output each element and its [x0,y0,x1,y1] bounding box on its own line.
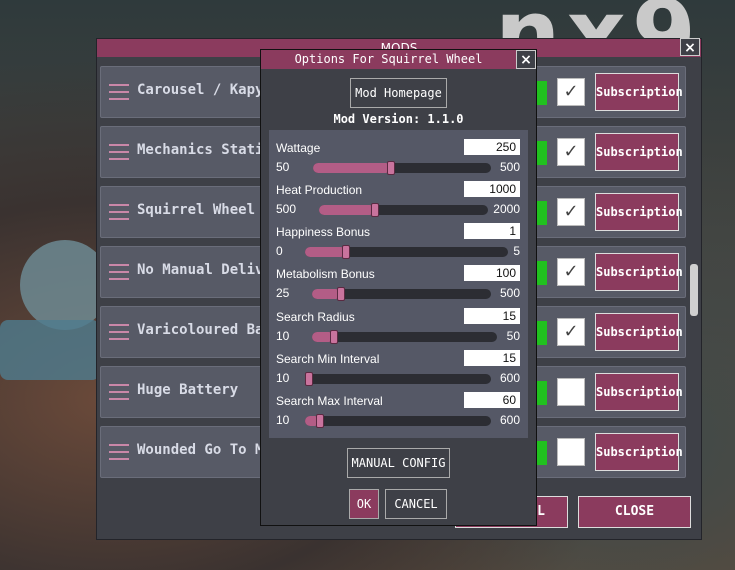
mod-enabled-checkbox[interactable]: ✓ [557,258,585,286]
subscription-button[interactable]: Subscription [595,133,683,171]
mod-name: Wounded Go To Me [137,442,272,458]
setting-min: 500 [276,202,297,216]
setting-max: 600 [499,413,520,427]
setting-value-input[interactable]: 15 [464,308,520,324]
mod-name: Huge Battery [137,382,239,398]
setting-label: Heat Production [276,183,363,197]
setting-slider[interactable] [305,245,508,259]
slider-thumb[interactable] [330,330,338,344]
setting-max: 500 [499,160,520,174]
setting-min: 10 [276,329,290,343]
drag-handle-icon[interactable] [109,442,129,462]
slider-fill [313,163,391,173]
slider-thumb[interactable] [337,287,345,301]
close-button[interactable]: CLOSE [578,496,691,528]
subscription-button[interactable]: Subscription [595,193,683,231]
drag-handle-icon[interactable] [109,82,129,102]
setting-max: 5 [513,244,520,258]
subscription-button[interactable]: Subscription [595,433,683,471]
mod-enabled-checkbox[interactable]: ✓ [557,318,585,346]
setting-slider[interactable] [312,330,497,344]
drag-handle-icon[interactable] [109,382,129,402]
setting-max: 50 [506,329,520,343]
setting-max: 600 [499,371,520,385]
mod-enabled-checkbox[interactable]: ✓ [557,198,585,226]
subscription-button[interactable]: Subscription [595,373,683,411]
background-pipe-body [0,320,100,380]
ok-button[interactable]: OK [349,489,379,519]
manual-config-button[interactable]: MANUAL CONFIG [347,448,450,478]
setting-label: Search Radius [276,310,355,324]
setting-slider[interactable] [305,414,491,428]
mod-enabled-checkbox[interactable] [557,378,585,406]
setting-value-input[interactable]: 60 [464,392,520,408]
setting-slider[interactable] [319,203,488,217]
drag-handle-icon[interactable] [109,322,129,342]
setting-heat-production: Heat Production 1000 500 2000 [269,181,528,223]
options-close-icon[interactable]: × [516,50,536,69]
slider-fill [319,205,375,215]
subscription-button[interactable]: Subscription [595,73,683,111]
setting-min: 0 [276,244,283,258]
setting-label: Metabolism Bonus [276,267,375,281]
setting-label: Happiness Bonus [276,225,371,239]
setting-search-max-interval: Search Max Interval 60 10 600 [269,392,528,434]
mod-version: Mod Version: 1.1.0 [333,112,464,126]
slider-thumb[interactable] [316,414,324,428]
setting-max: 2000 [493,202,520,216]
mod-enabled-checkbox[interactable]: ✓ [557,138,585,166]
slider-fill [305,247,346,257]
mod-enabled-checkbox[interactable]: ✓ [557,78,585,106]
options-dialog-title: Options For Squirrel Wheel [261,50,516,69]
drag-handle-icon[interactable] [109,202,129,222]
slider-thumb[interactable] [305,372,313,386]
subscription-button[interactable]: Subscription [595,253,683,291]
setting-label: Search Min Interval [276,352,380,366]
settings-panel: Wattage 250 50 500 Heat Production 1000 … [269,130,528,438]
setting-label: Search Max Interval [276,394,383,408]
setting-min: 10 [276,371,290,385]
setting-slider[interactable] [313,161,491,175]
setting-min: 10 [276,413,290,427]
mod-homepage-button[interactable]: Mod Homepage [350,78,447,108]
options-dialog: Options For Squirrel Wheel × Mod Homepag… [260,49,537,526]
subscription-button[interactable]: Subscription [595,313,683,351]
mod-enabled-checkbox[interactable] [557,438,585,466]
setting-search-min-interval: Search Min Interval 15 10 600 [269,350,528,392]
setting-min: 50 [276,160,290,174]
cancel-button[interactable]: CANCEL [385,489,447,519]
slider-thumb[interactable] [342,245,350,259]
setting-metabolism-bonus: Metabolism Bonus 100 25 500 [269,265,528,307]
drag-handle-icon[interactable] [109,262,129,282]
setting-happiness-bonus: Happiness Bonus 1 0 5 [269,223,528,265]
setting-slider[interactable] [305,372,491,386]
setting-max: 500 [499,286,520,300]
setting-value-input[interactable]: 100 [464,265,520,281]
setting-value-input[interactable]: 1 [464,223,520,239]
mods-close-icon[interactable]: × [680,38,700,56]
setting-slider[interactable] [312,287,491,301]
setting-min: 25 [276,286,290,300]
setting-wattage: Wattage 250 50 500 [269,139,528,181]
setting-label: Wattage [276,141,321,155]
setting-value-input[interactable]: 250 [464,139,520,155]
setting-search-radius: Search Radius 15 10 50 [269,308,528,350]
drag-handle-icon[interactable] [109,142,129,162]
slider-thumb[interactable] [371,203,379,217]
slider-thumb[interactable] [387,161,395,175]
setting-value-input[interactable]: 1000 [464,181,520,197]
setting-value-input[interactable]: 15 [464,350,520,366]
mods-scrollbar-thumb[interactable] [690,264,698,316]
